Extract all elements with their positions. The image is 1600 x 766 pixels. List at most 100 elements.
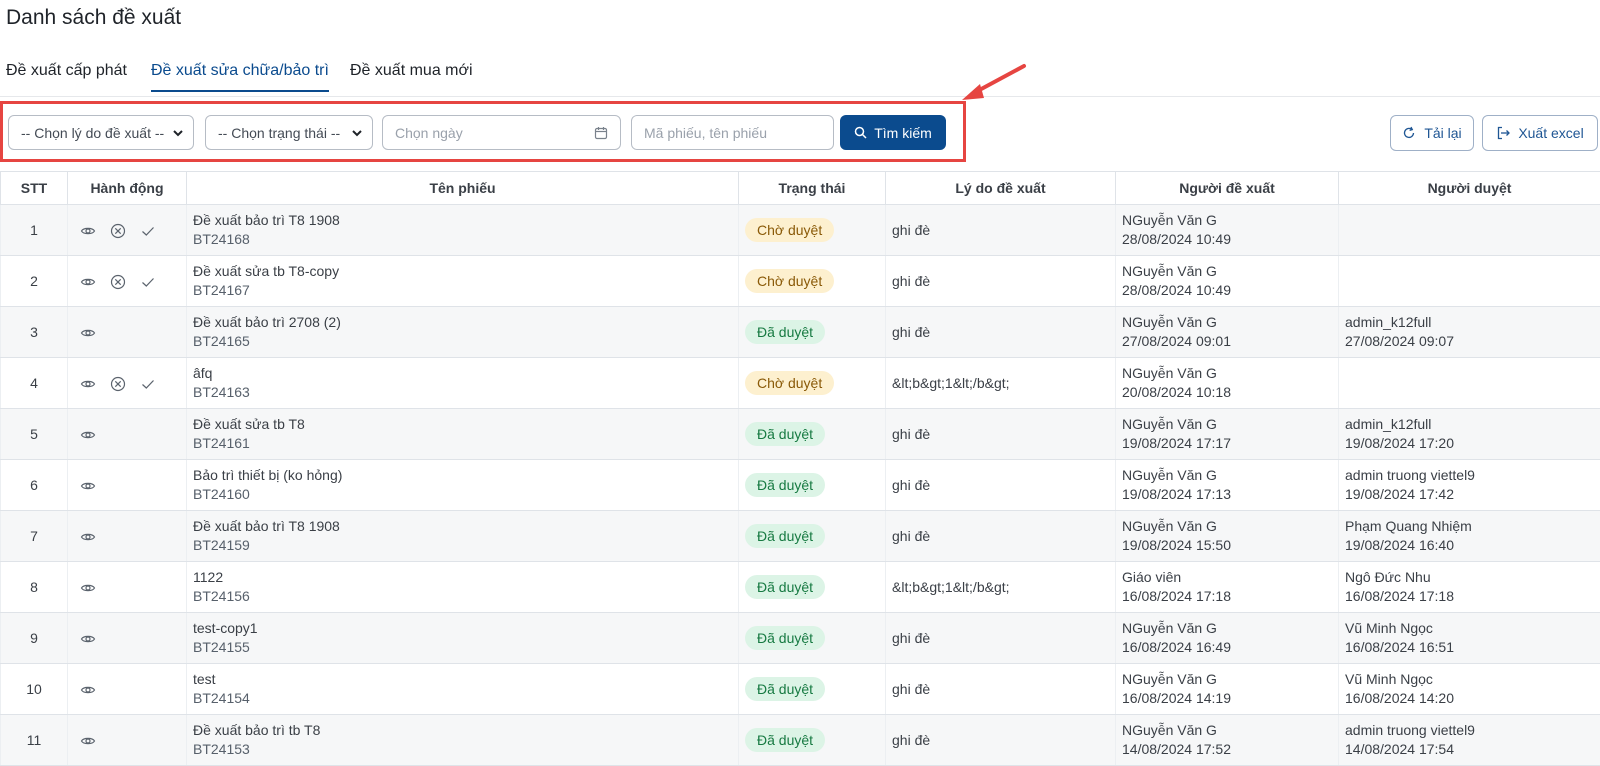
- cell-status: Chờ duyệt: [738, 255, 886, 307]
- approver-name: admin_k12full: [1345, 314, 1432, 330]
- tab-allocation-proposal[interactable]: Đề xuất cấp phát: [6, 62, 127, 90]
- cell-reason: ghi đè: [885, 408, 1116, 460]
- search-button-label: Tìm kiếm: [874, 124, 932, 141]
- proposed-at: 14/08/2024 17:52: [1122, 741, 1231, 757]
- cell-reason: ghi đè: [885, 204, 1116, 256]
- cell-stt: 10: [0, 663, 68, 715]
- cell-stt: 11: [0, 714, 68, 766]
- proposer-name: NGuyễn Văn G: [1122, 518, 1217, 534]
- export-excel-button-label: Xuất excel: [1518, 125, 1584, 141]
- refresh-icon: [1404, 126, 1415, 139]
- reload-button[interactable]: Tải lại: [1390, 115, 1474, 151]
- view-icon[interactable]: [80, 682, 96, 698]
- cell-name: Đề xuất sửa tb T8 BT24161: [186, 408, 739, 460]
- calendar-icon: [594, 126, 608, 139]
- approve-icon[interactable]: [140, 274, 156, 290]
- reason-select[interactable]: -- Chọn lý do đề xuất --: [8, 115, 194, 150]
- proposed-at: 16/08/2024 17:18: [1122, 588, 1231, 604]
- search-button[interactable]: Tìm kiếm: [840, 115, 946, 150]
- cell-reason: ghi đè: [885, 306, 1116, 358]
- proposal-name[interactable]: Đề xuất bảo trì tb T8: [193, 721, 738, 740]
- approver-name: Phạm Quang Nhiệm: [1345, 518, 1472, 534]
- view-icon[interactable]: [80, 733, 96, 749]
- reload-button-label: Tải lại: [1424, 125, 1462, 141]
- keyword-search-input[interactable]: Mã phiếu, tên phiếu: [631, 115, 834, 150]
- cell-actions: [67, 663, 187, 715]
- cell-stt: 3: [0, 306, 68, 358]
- proposal-name[interactable]: Đề xuất bảo trì 2708 (2): [193, 313, 738, 332]
- export-excel-button[interactable]: Xuất excel: [1482, 115, 1598, 151]
- reject-icon[interactable]: [110, 223, 126, 239]
- cell-reason: ghi đè: [885, 510, 1116, 562]
- approver-name: admin truong viettel9: [1345, 467, 1475, 483]
- cell-proposer: NGuyễn Văn G 19/08/2024 15:50: [1115, 510, 1339, 562]
- cell-proposer: NGuyễn Văn G 16/08/2024 16:49: [1115, 612, 1339, 664]
- cell-approver: [1338, 255, 1600, 307]
- view-icon[interactable]: [80, 325, 96, 341]
- proposal-code: BT24160: [193, 486, 250, 502]
- cell-approver: admin_k12full 19/08/2024 17:20: [1338, 408, 1600, 460]
- proposer-name: NGuyễn Văn G: [1122, 722, 1217, 738]
- proposal-name[interactable]: test-copy1: [193, 619, 738, 638]
- approved-at: 16/08/2024 17:18: [1345, 588, 1454, 604]
- cell-status: Đã duyệt: [738, 714, 886, 766]
- status-badge: Đã duyệt: [745, 320, 826, 344]
- approve-icon[interactable]: [140, 376, 156, 392]
- proposer-name: NGuyễn Văn G: [1122, 263, 1217, 279]
- cell-approver: admin truong viettel9 14/08/2024 17:54: [1338, 714, 1600, 766]
- status-badge: Đã duyệt: [745, 575, 826, 599]
- cell-actions: [67, 357, 187, 409]
- table-row: 9 test-copy1 BT24155 Đã duyệt ghi đè NGuyễn V…: [0, 612, 1600, 664]
- view-icon[interactable]: [80, 631, 96, 647]
- proposal-name[interactable]: 1122: [193, 568, 738, 587]
- status-select[interactable]: -- Chọn trạng thái --: [205, 115, 373, 150]
- cell-name: Đề xuất bảo trì 2708 (2) BT24165: [186, 306, 739, 358]
- view-icon[interactable]: [80, 478, 96, 494]
- date-picker-input[interactable]: Chọn ngày: [382, 115, 621, 150]
- cell-actions: [67, 459, 187, 511]
- table-row: 7 Đề xuất bảo trì T8 1908 BT24159 Đã duyệt g…: [0, 510, 1600, 562]
- proposal-name[interactable]: Đề xuất sửa tb T8: [193, 415, 738, 434]
- proposal-name[interactable]: Đề xuất sửa tb T8-copy: [193, 262, 738, 281]
- header-reason: Lý do đề xuất: [885, 171, 1116, 205]
- view-icon[interactable]: [80, 376, 96, 392]
- cell-name: test BT24154: [186, 663, 739, 715]
- proposal-name[interactable]: Đề xuất bảo trì T8 1908: [193, 517, 738, 536]
- view-icon[interactable]: [80, 223, 96, 239]
- table-row: 10 test BT24154 Đã duyệt ghi đè NGuyễn Văn G1…: [0, 663, 1600, 715]
- proposed-at: 28/08/2024 10:49: [1122, 231, 1231, 247]
- cell-actions: [67, 714, 187, 766]
- cell-status: Đã duyệt: [738, 408, 886, 460]
- reject-icon[interactable]: [110, 274, 126, 290]
- tab-new-purchase-proposal[interactable]: Đề xuất mua mới: [350, 62, 473, 90]
- proposal-code: BT24156: [193, 588, 250, 604]
- proposal-name[interactable]: Bảo trì thiết bị (ko hỏng): [193, 466, 738, 485]
- proposer-name: NGuyễn Văn G: [1122, 620, 1217, 636]
- cell-actions: [67, 612, 187, 664]
- export-icon: [1498, 126, 1511, 140]
- approve-icon[interactable]: [140, 223, 156, 239]
- view-icon[interactable]: [80, 580, 96, 596]
- table-row: 2 Đề xuất sửa tb T8-copy BT24167 Chờ duyệt g…: [0, 255, 1600, 307]
- status-badge: Đã duyệt: [745, 728, 826, 752]
- proposal-name[interactable]: test: [193, 670, 738, 689]
- proposer-name: Giáo viên: [1122, 569, 1182, 585]
- cell-actions: [67, 255, 187, 307]
- header-name: Tên phiếu: [186, 171, 739, 205]
- table-row: 1 Đề xuất bảo trì T8 1908 BT24168 Chờ duyệt…: [0, 204, 1600, 256]
- proposed-at: 16/08/2024 16:49: [1122, 639, 1231, 655]
- proposer-name: NGuyễn Văn G: [1122, 671, 1217, 687]
- proposed-at: 20/08/2024 10:18: [1122, 384, 1231, 400]
- cell-proposer: Giáo viên 16/08/2024 17:18: [1115, 561, 1339, 613]
- view-icon[interactable]: [80, 529, 96, 545]
- proposal-table-container: STT Hành động Tên phiếu Trạng thái Lý do…: [0, 171, 1600, 766]
- approved-at: 19/08/2024 17:20: [1345, 435, 1454, 451]
- tab-repair-maintenance-proposal[interactable]: Đề xuất sửa chữa/bảo trì: [151, 62, 329, 92]
- search-icon: [854, 126, 867, 139]
- reject-icon[interactable]: [110, 376, 126, 392]
- cell-actions: [67, 306, 187, 358]
- proposal-name[interactable]: Đề xuất bảo trì T8 1908: [193, 211, 738, 230]
- proposal-name[interactable]: âfq: [193, 364, 738, 383]
- view-icon[interactable]: [80, 274, 96, 290]
- view-icon[interactable]: [80, 427, 96, 443]
